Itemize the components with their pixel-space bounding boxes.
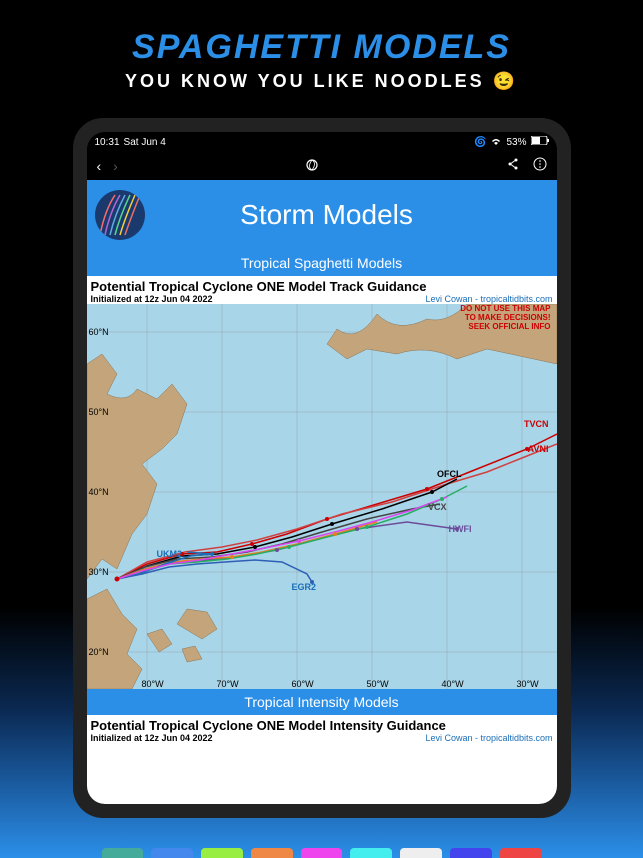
dock-item[interactable] xyxy=(450,848,492,858)
model-label-tvcn: TVCN xyxy=(524,419,549,429)
hurricane-status-icon: 🌀 xyxy=(474,137,486,148)
forward-button[interactable]: › xyxy=(113,158,118,174)
status-battery: 53% xyxy=(506,137,526,148)
lon-label: 40°W xyxy=(442,679,464,689)
tablet-screen: 10:31 Sat Jun 4 🌀 53% ‹ › xyxy=(87,132,557,804)
intensity-map-title: Potential Tropical Cyclone ONE Model Int… xyxy=(87,715,557,733)
dock-item[interactable] xyxy=(151,848,193,858)
lon-label: 30°W xyxy=(517,679,539,689)
status-left: 10:31 Sat Jun 4 xyxy=(95,137,166,148)
lon-label: 80°W xyxy=(142,679,164,689)
dock-item[interactable] xyxy=(350,848,392,858)
tablet-frame: 10:31 Sat Jun 4 🌀 53% ‹ › xyxy=(73,118,571,818)
intensity-subtitle-row: Initialized at 12z Jun 04 2022 Levi Cowa… xyxy=(87,733,557,743)
map-subtitle-row: Initialized at 12z Jun 04 2022 Levi Cowa… xyxy=(87,294,557,304)
nav-left: ‹ › xyxy=(97,158,118,174)
model-label-hwfi: HWFI xyxy=(449,524,472,534)
nav-bar: ‹ › xyxy=(87,152,557,180)
intensity-map-container[interactable]: Potential Tropical Cyclone ONE Model Int… xyxy=(87,715,557,743)
dock-item[interactable] xyxy=(500,848,542,858)
lat-label: 60°N xyxy=(89,327,109,337)
nav-right xyxy=(507,157,547,176)
model-label-ofcl: OFCL xyxy=(437,469,462,479)
intensity-section-header: Tropical Intensity Models xyxy=(87,689,557,715)
app-icon xyxy=(305,158,319,175)
status-date: Sat Jun 4 xyxy=(124,137,166,148)
lat-label: 50°N xyxy=(89,407,109,417)
promo-subtitle: YOU KNOW YOU LIKE NOODLES 😉 xyxy=(0,71,643,92)
model-label-ukm2: UKM2 xyxy=(157,549,183,559)
spaghetti-section-header: Tropical Spaghetti Models xyxy=(87,250,557,276)
map-title: Potential Tropical Cyclone ONE Model Tra… xyxy=(87,276,557,294)
lon-label: 70°W xyxy=(217,679,239,689)
dock-item[interactable] xyxy=(201,848,243,858)
dock-item[interactable] xyxy=(301,848,343,858)
map-warning: DO NOT USE THIS MAP TO MAKE DECISIONS! S… xyxy=(460,304,550,331)
content-area[interactable]: Storm Models Tropical Spaghetti Models P… xyxy=(87,180,557,804)
warning-line-2: TO MAKE DECISIONS! xyxy=(460,313,550,322)
model-label-egr2: EGR2 xyxy=(292,582,317,592)
page-title: Storm Models xyxy=(155,199,549,231)
promo-header: SPAGHETTI MODELS YOU KNOW YOU LIKE NOODL… xyxy=(0,0,643,110)
lon-label: 60°W xyxy=(292,679,314,689)
lon-label: 50°W xyxy=(367,679,389,689)
intensity-initialized: Initialized at 12z Jun 04 2022 xyxy=(91,733,213,743)
page-header: Storm Models xyxy=(87,180,557,250)
lat-label: 40°N xyxy=(89,487,109,497)
status-time: 10:31 xyxy=(95,137,120,148)
dock-item[interactable] xyxy=(400,848,442,858)
lat-label: 20°N xyxy=(89,647,109,657)
back-button[interactable]: ‹ xyxy=(97,158,102,174)
wifi-icon xyxy=(490,136,502,149)
lat-label: 30°N xyxy=(89,567,109,577)
track-map-container[interactable]: Potential Tropical Cyclone ONE Model Tra… xyxy=(87,276,557,689)
model-label-vcx: VCX xyxy=(428,502,447,512)
model-label-avni: AVNI xyxy=(528,444,549,454)
menu-button[interactable] xyxy=(533,157,547,176)
dock-hint xyxy=(102,848,542,858)
map-attribution: Levi Cowan - tropicaltidbits.com xyxy=(425,294,552,304)
status-right: 🌀 53% xyxy=(474,136,548,149)
promo-title: SPAGHETTI MODELS xyxy=(0,28,643,67)
map-initialized: Initialized at 12z Jun 04 2022 xyxy=(91,294,213,304)
warning-line-3: SEEK OFFICIAL INFO xyxy=(460,322,550,331)
share-button[interactable] xyxy=(507,157,519,176)
status-bar: 10:31 Sat Jun 4 🌀 53% xyxy=(87,132,557,152)
dock-item[interactable] xyxy=(251,848,293,858)
intensity-attribution: Levi Cowan - tropicaltidbits.com xyxy=(425,733,552,743)
storm-models-logo xyxy=(95,190,145,240)
dock-item[interactable] xyxy=(102,848,144,858)
map-svg: 60°N 50°N 40°N 30°N 20°N 80°W 70°W 60°W … xyxy=(87,304,557,689)
warning-line-1: DO NOT USE THIS MAP xyxy=(460,304,550,313)
battery-icon xyxy=(531,136,549,148)
